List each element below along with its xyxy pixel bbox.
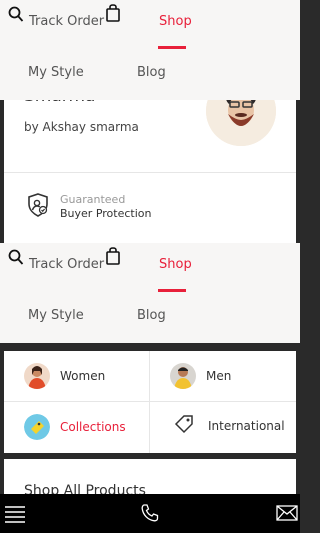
women-thumbnail [24, 363, 50, 389]
nav-blog[interactable]: Blog [137, 65, 166, 80]
active-tab-underline [158, 289, 186, 292]
bottom-bar [0, 494, 300, 533]
category-label: Men [206, 369, 232, 383]
search-icon[interactable] [8, 249, 24, 271]
category-label: Women [60, 369, 106, 383]
category-grid: Women Men Collections International [4, 351, 296, 453]
divider [4, 172, 296, 173]
bag-icon[interactable] [106, 4, 120, 26]
divider [149, 351, 150, 453]
guarantee-line2: Buyer Protection [60, 207, 152, 220]
category-label: Collections [60, 420, 126, 434]
search-icon[interactable] [8, 6, 24, 28]
shop-all-card: Shop All Products [4, 459, 296, 499]
nav-my-style[interactable]: My Style [28, 308, 84, 323]
nav-track-order[interactable]: Track Order [29, 14, 104, 29]
bag-icon[interactable] [106, 247, 120, 269]
designer-by-line[interactable]: by Akshay smarma [24, 120, 139, 134]
guarantee-line1: Guaranteed [60, 193, 126, 206]
category-men[interactable]: Men [170, 363, 231, 389]
nav-shop[interactable]: Shop [159, 14, 192, 29]
category-women[interactable]: Women [24, 363, 105, 389]
category-collections[interactable]: Collections [24, 414, 126, 440]
tag-icon [174, 414, 194, 437]
top-navbar: Track Order Shop My Style Blog [0, 0, 300, 100]
hamburger-menu-icon[interactable] [4, 504, 26, 528]
nav-shop[interactable]: Shop [159, 257, 192, 272]
men-thumbnail [170, 363, 196, 389]
phone-icon[interactable] [140, 503, 160, 527]
shield-user-icon [26, 192, 50, 222]
nav-my-style[interactable]: My Style [28, 65, 84, 80]
category-international[interactable]: International [174, 414, 285, 437]
main-navbar: Track Order Shop My Style Blog [0, 243, 300, 343]
buyer-protection: Guaranteed Buyer Protection [26, 192, 151, 222]
mail-icon[interactable] [276, 505, 298, 525]
nav-blog[interactable]: Blog [137, 308, 166, 323]
nav-track-order[interactable]: Track Order [29, 257, 104, 272]
active-tab-underline [158, 46, 186, 49]
collections-thumbnail [24, 414, 50, 440]
category-label: International [208, 418, 285, 433]
divider [4, 401, 296, 402]
